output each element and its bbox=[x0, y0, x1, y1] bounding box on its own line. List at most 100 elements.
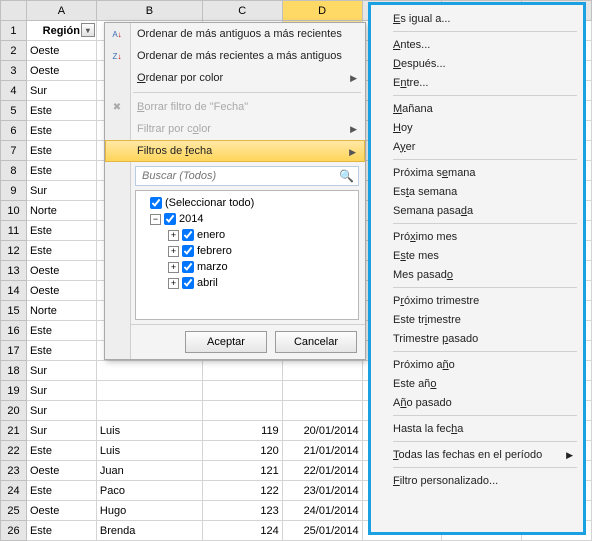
cell[interactable]: Este bbox=[26, 521, 96, 541]
row-header[interactable]: 25 bbox=[1, 501, 27, 521]
row-header[interactable]: 1 bbox=[1, 21, 27, 41]
cell[interactable]: 20/01/2014 bbox=[282, 421, 362, 441]
cell[interactable] bbox=[202, 401, 282, 421]
cell[interactable]: 25/01/2014 bbox=[282, 521, 362, 541]
filter-equals[interactable]: Es igual a... bbox=[371, 9, 583, 28]
row-header[interactable]: 11 bbox=[1, 221, 27, 241]
filter-ytd[interactable]: Hasta la fecha bbox=[371, 419, 583, 438]
checkbox[interactable] bbox=[164, 213, 176, 225]
cell[interactable]: Sur bbox=[26, 401, 96, 421]
row-header[interactable]: 20 bbox=[1, 401, 27, 421]
row-header[interactable]: 17 bbox=[1, 341, 27, 361]
tree-month[interactable]: +marzo bbox=[140, 259, 354, 275]
cell[interactable]: Este bbox=[26, 161, 96, 181]
cell[interactable]: Sur bbox=[26, 181, 96, 201]
cell[interactable]: Oeste bbox=[26, 261, 96, 281]
cancel-button[interactable]: Cancelar bbox=[275, 331, 357, 353]
filter-next-week[interactable]: Próxima semana bbox=[371, 163, 583, 182]
tree-month[interactable]: +enero bbox=[140, 227, 354, 243]
collapse-icon[interactable]: − bbox=[150, 214, 161, 225]
cell[interactable]: Oeste bbox=[26, 61, 96, 81]
row-header[interactable]: 6 bbox=[1, 121, 27, 141]
cell[interactable]: 124 bbox=[202, 521, 282, 541]
cell[interactable]: Oeste bbox=[26, 41, 96, 61]
filter-this-month[interactable]: Este mes bbox=[371, 246, 583, 265]
tree-month[interactable]: +abril bbox=[140, 275, 354, 291]
filter-search-input[interactable] bbox=[140, 169, 339, 183]
cell[interactable]: Este bbox=[26, 481, 96, 501]
cell[interactable]: Juan bbox=[96, 461, 202, 481]
cell[interactable]: 121 bbox=[202, 461, 282, 481]
cell[interactable]: Este bbox=[26, 121, 96, 141]
filter-all-period[interactable]: Todas las fechas en el período▶ bbox=[371, 445, 583, 464]
row-header[interactable]: 23 bbox=[1, 461, 27, 481]
cell[interactable]: 122 bbox=[202, 481, 282, 501]
checkbox[interactable] bbox=[182, 229, 194, 241]
cell[interactable] bbox=[202, 381, 282, 401]
row-header[interactable]: 13 bbox=[1, 261, 27, 281]
row-header[interactable]: 2 bbox=[1, 41, 27, 61]
row-header[interactable]: 8 bbox=[1, 161, 27, 181]
col-header-B[interactable]: B bbox=[96, 1, 202, 21]
filter-before[interactable]: Antes... bbox=[371, 35, 583, 54]
row-header[interactable]: 18 bbox=[1, 361, 27, 381]
filter-next-month[interactable]: Próximo mes bbox=[371, 227, 583, 246]
cell[interactable]: 21/01/2014 bbox=[282, 441, 362, 461]
cell[interactable]: Luis bbox=[96, 441, 202, 461]
filter-yesterday[interactable]: Ayer bbox=[371, 137, 583, 156]
col-header-D[interactable]: D bbox=[282, 1, 362, 21]
cell[interactable]: 119 bbox=[202, 421, 282, 441]
filter-next-quarter[interactable]: Próximo trimestre bbox=[371, 291, 583, 310]
expand-icon[interactable]: + bbox=[168, 278, 179, 289]
cell[interactable]: Este bbox=[26, 101, 96, 121]
row-header[interactable]: 16 bbox=[1, 321, 27, 341]
cell[interactable]: Hugo bbox=[96, 501, 202, 521]
row-header[interactable]: 14 bbox=[1, 281, 27, 301]
expand-icon[interactable]: + bbox=[168, 230, 179, 241]
cell[interactable]: Norte bbox=[26, 201, 96, 221]
cell[interactable]: Este bbox=[26, 221, 96, 241]
tree-month[interactable]: +febrero bbox=[140, 243, 354, 259]
expand-icon[interactable]: + bbox=[168, 246, 179, 257]
cell[interactable]: 22/01/2014 bbox=[282, 461, 362, 481]
cell[interactable]: 120 bbox=[202, 441, 282, 461]
filter-next-year[interactable]: Próximo año bbox=[371, 355, 583, 374]
checkbox[interactable] bbox=[150, 197, 162, 209]
row-header[interactable]: 21 bbox=[1, 421, 27, 441]
cell[interactable]: Oeste bbox=[26, 281, 96, 301]
filter-tomorrow[interactable]: Mañana bbox=[371, 99, 583, 118]
cell[interactable]: Oeste bbox=[26, 461, 96, 481]
filter-custom[interactable]: Filtro personalizado... bbox=[371, 471, 583, 490]
cell[interactable] bbox=[96, 401, 202, 421]
filter-today[interactable]: Hoy bbox=[371, 118, 583, 137]
checkbox[interactable] bbox=[182, 245, 194, 257]
cell[interactable]: Oeste bbox=[26, 501, 96, 521]
cell[interactable]: 123 bbox=[202, 501, 282, 521]
filter-last-month[interactable]: Mes pasado bbox=[371, 265, 583, 284]
tree-select-all[interactable]: (Seleccionar todo) bbox=[140, 195, 354, 211]
cell[interactable]: Brenda bbox=[96, 521, 202, 541]
row-header[interactable]: 3 bbox=[1, 61, 27, 81]
cell[interactable]: Sur bbox=[26, 421, 96, 441]
row-header[interactable]: 5 bbox=[1, 101, 27, 121]
cell[interactable] bbox=[282, 381, 362, 401]
cell[interactable] bbox=[96, 361, 202, 381]
row-header[interactable]: 15 bbox=[1, 301, 27, 321]
ok-button[interactable]: Aceptar bbox=[185, 331, 267, 353]
cell[interactable]: Sur bbox=[26, 381, 96, 401]
tree-year[interactable]: −2014 bbox=[140, 211, 354, 227]
cell[interactable]: Este bbox=[26, 321, 96, 341]
filter-last-year[interactable]: Año pasado bbox=[371, 393, 583, 412]
row-header[interactable]: 4 bbox=[1, 81, 27, 101]
filter-this-week[interactable]: Esta semana bbox=[371, 182, 583, 201]
filter-last-week[interactable]: Semana pasada bbox=[371, 201, 583, 220]
cell[interactable]: Sur bbox=[26, 361, 96, 381]
cell[interactable] bbox=[202, 361, 282, 381]
checkbox[interactable] bbox=[182, 261, 194, 273]
filter-this-year[interactable]: Este año bbox=[371, 374, 583, 393]
sort-by-color[interactable]: Ordenar por color ▶ bbox=[105, 67, 365, 89]
sort-newest-oldest[interactable]: Z↓ Ordenar de más recientes a más antigu… bbox=[105, 45, 365, 67]
cell[interactable]: Paco bbox=[96, 481, 202, 501]
filter-dropdown-region[interactable] bbox=[81, 23, 95, 37]
sort-oldest-newest[interactable]: A↓ Ordenar de más antiguos a más recient… bbox=[105, 23, 365, 45]
